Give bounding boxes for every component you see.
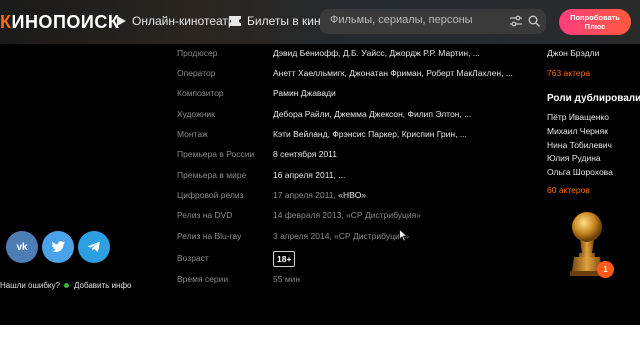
dub-heading[interactable]: Роли дублировали <box>547 92 640 104</box>
detail-value[interactable]: Рамин Джавади <box>273 88 336 98</box>
detail-value: 55 мин <box>273 274 301 284</box>
detail-row-dvd: Релиз на DVD 14 февраля 2013, «СР Дистри… <box>0 210 540 230</box>
detail-value[interactable]: Кэти Вейланд, Фрэнсис Паркер, Криспин Гр… <box>273 129 467 139</box>
twitter-icon <box>51 241 65 252</box>
detail-label: Оператор <box>177 68 216 78</box>
mouse-cursor-icon <box>399 229 408 242</box>
detail-row-producer: Продюсер Дэвид Бениофф, Д.Б. Уайсс, Джор… <box>0 48 540 68</box>
detail-value: 14 февраля 2013, «СР Дистрибуция» <box>273 210 421 220</box>
try-plus-button[interactable]: Попробовать Плюс <box>559 9 631 35</box>
top-actor[interactable]: Джон Брэдли <box>547 48 599 58</box>
detail-value[interactable]: Анетт Хаелльмигк, Джонатан Фриман, Робер… <box>273 68 513 78</box>
dub-actor[interactable]: Михаил Черняк <box>547 126 608 136</box>
play-icon <box>117 16 126 26</box>
vk-icon: vk <box>16 241 28 253</box>
detail-value[interactable]: Дебора Райли, Джемма Джексон, Филип Элто… <box>273 109 471 119</box>
detail-value: 3 апреля 2014, «СР Дистрибуция» <box>273 231 410 241</box>
add-info-label: Добавить инфо <box>74 281 132 290</box>
page-footer-area <box>0 325 640 360</box>
detail-row-digital-release: Цифровой релиз 17 апреля 2011, «HBO» <box>0 190 540 210</box>
report-error-link[interactable]: Нашли ошибку? <box>0 281 60 290</box>
actors-count-link[interactable]: 763 актера <box>547 68 590 78</box>
logo-text: ИНОПОИСК <box>11 12 120 32</box>
try-plus-line2: Плюс <box>584 22 606 31</box>
detail-value[interactable]: 8 сентября 2011 <box>273 149 337 159</box>
detail-label: Композитор <box>177 88 224 98</box>
detail-label: Цифровой релиз <box>177 190 244 200</box>
logo[interactable]: КИНОПОИСК <box>0 12 119 33</box>
search-input[interactable] <box>330 14 500 26</box>
detail-label: Премьера в мире <box>177 170 247 180</box>
age-rating-badge: 18+ <box>273 251 296 267</box>
nav-tickets-label: Билеты в кино <box>247 14 328 28</box>
site-header: КИНОПОИСК Онлайн-кинотеатр Билеты в кино <box>0 0 640 44</box>
detail-row-editing: Монтаж Кэти Вейланд, Фрэнсис Паркер, Кри… <box>0 129 540 149</box>
dub-heading-label: Роли дублировали <box>547 93 640 104</box>
detail-value[interactable]: Дэвид Бениофф, Д.Б. Уайсс, Джордж Р.Р. М… <box>273 48 480 58</box>
detail-value[interactable]: 17 апреля 2011, «HBO» <box>273 190 366 200</box>
vk-share-button[interactable]: vk <box>6 231 38 263</box>
add-info-link[interactable]: Добавить инфо <box>64 281 132 290</box>
telegram-share-button[interactable] <box>78 231 110 263</box>
detail-row-premiere-world: Премьера в мире 16 апреля 2011, ... <box>0 170 540 190</box>
detail-label: Возраст <box>177 253 209 263</box>
dub-actor[interactable]: Нина Тобилевич <box>547 140 612 150</box>
twitter-share-button[interactable] <box>42 231 74 263</box>
search-box <box>320 9 546 34</box>
search-icon[interactable] <box>528 15 540 27</box>
digital-release-company[interactable]: «HBO» <box>338 190 366 200</box>
dub-actor[interactable]: Ольга Шорохова <box>547 167 613 177</box>
detail-row-operator: Оператор Анетт Хаелльмигк, Джонатан Фрим… <box>0 68 540 88</box>
detail-label: Время серии <box>177 274 229 284</box>
digital-release-date: 17 апреля 2011, <box>273 190 339 200</box>
detail-row-premiere-russia: Премьера в России 8 сентября 2011 <box>0 149 540 169</box>
dub-actor[interactable]: Юлия Рудина <box>547 153 601 163</box>
nav-tickets[interactable]: Билеты в кино <box>229 14 327 28</box>
detail-value: 18+ <box>273 251 296 267</box>
detail-row-artist: Художник Дебора Райли, Джемма Джексон, Ф… <box>0 109 540 129</box>
nav-online-cinema-label: Онлайн-кинотеатр <box>132 14 235 28</box>
detail-label: Релиз на Blu-ray <box>177 231 242 241</box>
page-body: КИНОПОИСК Онлайн-кинотеатр Билеты в кино <box>0 0 640 325</box>
green-dot-icon <box>64 283 69 289</box>
dub-actor[interactable]: Пётр Иващенко <box>547 112 609 122</box>
detail-label: Художник <box>177 109 215 119</box>
detail-value[interactable]: 16 апреля 2011, ... <box>273 170 345 180</box>
ticket-icon <box>229 16 241 26</box>
detail-label: Релиз на DVD <box>177 210 233 220</box>
detail-label: Монтаж <box>177 129 208 139</box>
telegram-icon <box>87 241 100 252</box>
nav-online-cinema[interactable]: Онлайн-кинотеатр <box>117 14 235 28</box>
try-plus-line1: Попробовать <box>570 13 620 22</box>
dub-count-link[interactable]: 60 актеров <box>547 185 590 195</box>
filter-icon[interactable] <box>510 15 522 27</box>
logo-mark: К <box>0 12 12 32</box>
detail-label: Продюсер <box>177 48 218 58</box>
notification-badge[interactable]: 1 <box>597 261 614 278</box>
detail-label: Премьера в России <box>177 149 255 159</box>
detail-row-composer: Композитор Рамин Джавади <box>0 88 540 108</box>
